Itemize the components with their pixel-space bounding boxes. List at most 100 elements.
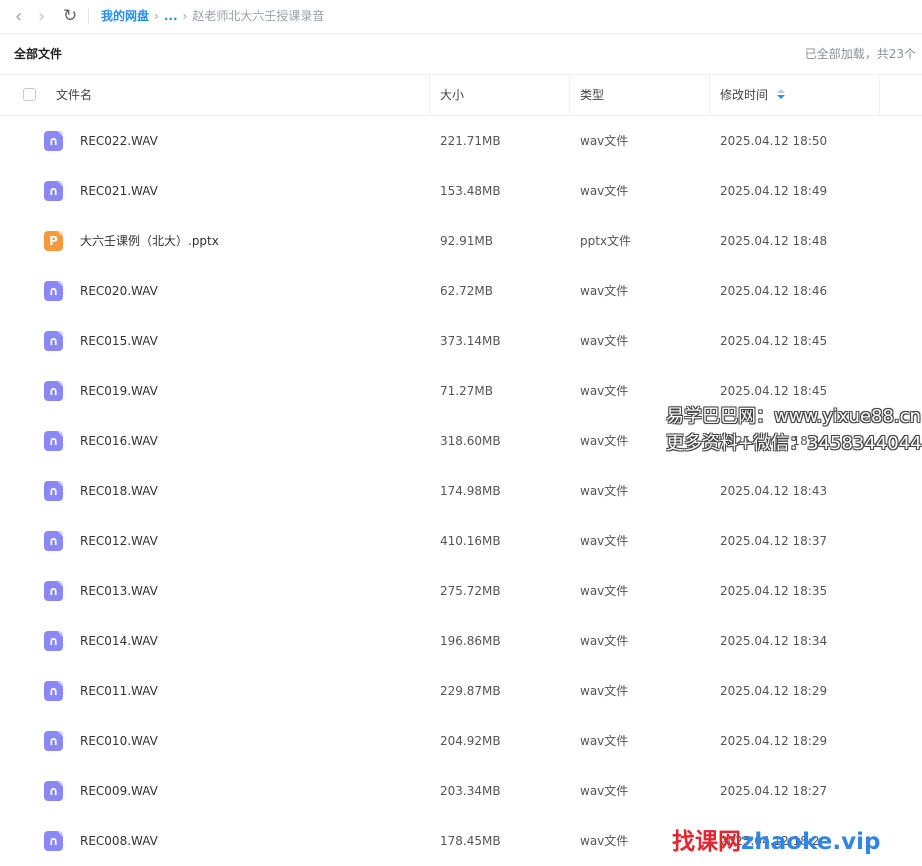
table-row[interactable]: ∩ REC020.WAV 62.72MB wav文件 2025.04.12 18:46 xyxy=(0,266,922,316)
watermark-bottom-en: zhaoke.vip xyxy=(741,829,881,855)
file-type: wav文件 xyxy=(580,484,629,498)
audio-file-icon: ∩ xyxy=(44,181,63,201)
table-row[interactable]: ∩ REC013.WAV 275.72MB wav文件 2025.04.12 18:35 xyxy=(0,566,922,616)
watermark-line-1: 易学巴巴网：www.yixue88.cn xyxy=(666,406,921,427)
file-modified-time: 2025.04.12 18:37 xyxy=(720,534,828,548)
file-modified-time: 2025.04.12 18:50 xyxy=(720,134,828,148)
table-row[interactable]: ∩ REC010.WAV 204.92MB wav文件 2025.04.12 18:29 xyxy=(0,716,922,766)
table-row[interactable]: ∩ REC021.WAV 153.48MB wav文件 2025.04.12 18:49 xyxy=(0,166,922,216)
file-size: 203.34MB xyxy=(440,784,501,798)
column-header-size[interactable]: 大小 xyxy=(440,75,464,115)
table-row[interactable]: ∩ REC022.WAV 221.71MB wav文件 2025.04.12 18:50 xyxy=(0,116,922,166)
breadcrumb-current: 赵老师北大六壬授课录音 xyxy=(192,9,325,23)
audio-file-icon: ∩ xyxy=(44,431,63,451)
audio-file-icon: ∩ xyxy=(44,381,63,401)
table-row[interactable]: P 大六壬课例（北大）.pptx 92.91MB pptx文件 2025.04.12 1… xyxy=(0,216,922,266)
breadcrumb-separator-icon: › xyxy=(182,9,188,23)
table-row[interactable]: ∩ REC015.WAV 373.14MB wav文件 2025.04.12 18:45 xyxy=(0,316,922,366)
watermark-bottom: 找课网zhaoke.vip xyxy=(672,826,880,858)
file-size: 174.98MB xyxy=(440,484,501,498)
file-name[interactable]: REC016.WAV xyxy=(80,416,158,466)
file-type: wav文件 xyxy=(580,684,629,698)
file-type: wav文件 xyxy=(580,834,629,848)
file-name[interactable]: REC022.WAV xyxy=(80,116,158,166)
file-modified-time: 2025.04.12 18:45 xyxy=(720,334,828,348)
file-size: 229.87MB xyxy=(440,684,501,698)
file-name[interactable]: 大六壬课例（北大）.pptx xyxy=(80,216,219,266)
breadcrumb: 我的网盘 ›... › 赵老师北大六壬授课录音 xyxy=(101,0,324,33)
column-header-name[interactable]: 文件名 xyxy=(56,75,92,115)
sort-arrow-icon[interactable] xyxy=(777,89,786,101)
pptx-file-icon: P xyxy=(44,231,63,251)
file-type: wav文件 xyxy=(580,734,629,748)
breadcrumb-ellipsis-link[interactable]: ... xyxy=(164,9,178,23)
page-title: 全部文件 xyxy=(14,47,63,61)
table-header: 文件名 大小 类型 修改时间 xyxy=(0,75,922,116)
file-size: 373.14MB xyxy=(440,334,501,348)
file-size: 62.72MB xyxy=(440,284,493,298)
file-size: 196.86MB xyxy=(440,634,501,648)
file-modified-time: 2025.04.12 18:29 xyxy=(720,684,828,698)
file-name[interactable]: REC010.WAV xyxy=(80,716,158,766)
file-type: wav文件 xyxy=(580,784,629,798)
file-type: pptx文件 xyxy=(580,234,632,248)
column-header-modified-label: 修改时间 xyxy=(720,88,769,102)
refresh-icon[interactable]: ↻ xyxy=(63,0,77,33)
file-name[interactable]: REC020.WAV xyxy=(80,266,158,316)
file-name[interactable]: REC012.WAV xyxy=(80,516,158,566)
file-type: wav文件 xyxy=(580,384,629,398)
audio-file-icon: ∩ xyxy=(44,481,63,501)
file-type: wav文件 xyxy=(580,284,629,298)
file-modified-time: 2025.04.12 18:46 xyxy=(720,284,828,298)
file-name[interactable]: REC009.WAV xyxy=(80,766,158,816)
audio-file-icon: ∩ xyxy=(44,731,63,751)
audio-file-icon: ∩ xyxy=(44,631,63,651)
file-type: wav文件 xyxy=(580,534,629,548)
table-row[interactable]: ∩ REC018.WAV 174.98MB wav文件 2025.04.12 18:43 xyxy=(0,466,922,516)
forward-arrow-icon[interactable]: › xyxy=(38,0,45,33)
file-size: 275.72MB xyxy=(440,584,501,598)
column-divider xyxy=(569,75,570,115)
file-type: wav文件 xyxy=(580,584,629,598)
column-divider xyxy=(429,75,430,115)
back-arrow-icon[interactable]: ‹ xyxy=(15,0,22,33)
file-size: 92.91MB xyxy=(440,234,493,248)
breadcrumb-root-link[interactable]: 我的网盘 xyxy=(101,9,149,23)
file-list: ∩ REC022.WAV 221.71MB wav文件 2025.04.12 18:50… xyxy=(0,116,922,866)
file-name[interactable]: REC019.WAV xyxy=(80,366,158,416)
file-name[interactable]: REC014.WAV xyxy=(80,616,158,666)
file-name[interactable]: REC018.WAV xyxy=(80,466,158,516)
column-header-modified[interactable]: 修改时间 xyxy=(720,75,786,115)
file-size: 410.16MB xyxy=(440,534,501,548)
file-type: wav文件 xyxy=(580,334,629,348)
audio-file-icon: ∩ xyxy=(44,281,63,301)
audio-file-icon: ∩ xyxy=(44,681,63,701)
audio-file-icon: ∩ xyxy=(44,581,63,601)
file-modified-time: 2025.04.12 18:34 xyxy=(720,634,828,648)
file-name[interactable]: REC021.WAV xyxy=(80,166,158,216)
file-size: 318.60MB xyxy=(440,434,501,448)
file-name[interactable]: REC011.WAV xyxy=(80,666,158,716)
nav-divider xyxy=(88,8,89,24)
table-row[interactable]: ∩ REC009.WAV 203.34MB wav文件 2025.04.12 18:27 xyxy=(0,766,922,816)
file-type: wav文件 xyxy=(580,634,629,648)
audio-file-icon: ∩ xyxy=(44,781,63,801)
file-modified-time: 2025.04.12 18:43 xyxy=(720,484,828,498)
audio-file-icon: ∩ xyxy=(44,531,63,551)
file-name[interactable]: REC013.WAV xyxy=(80,566,158,616)
file-name[interactable]: REC015.WAV xyxy=(80,316,158,366)
file-type: wav文件 xyxy=(580,184,629,198)
file-size: 153.48MB xyxy=(440,184,501,198)
file-modified-time: 2025.04.12 18:35 xyxy=(720,584,828,598)
watermark-bottom-cn: 找课网 xyxy=(672,829,741,855)
column-divider xyxy=(709,75,710,115)
column-header-type[interactable]: 类型 xyxy=(580,75,604,115)
file-name[interactable]: REC008.WAV xyxy=(80,816,158,866)
table-row[interactable]: ∩ REC014.WAV 196.86MB wav文件 2025.04.12 18:34 xyxy=(0,616,922,666)
file-type: wav文件 xyxy=(580,134,629,148)
file-size: 204.92MB xyxy=(440,734,501,748)
table-row[interactable]: ∩ REC011.WAV 229.87MB wav文件 2025.04.12 18:29 xyxy=(0,666,922,716)
select-all-checkbox[interactable] xyxy=(23,88,36,101)
audio-file-icon: ∩ xyxy=(44,131,63,151)
table-row[interactable]: ∩ REC012.WAV 410.16MB wav文件 2025.04.12 18:37 xyxy=(0,516,922,566)
